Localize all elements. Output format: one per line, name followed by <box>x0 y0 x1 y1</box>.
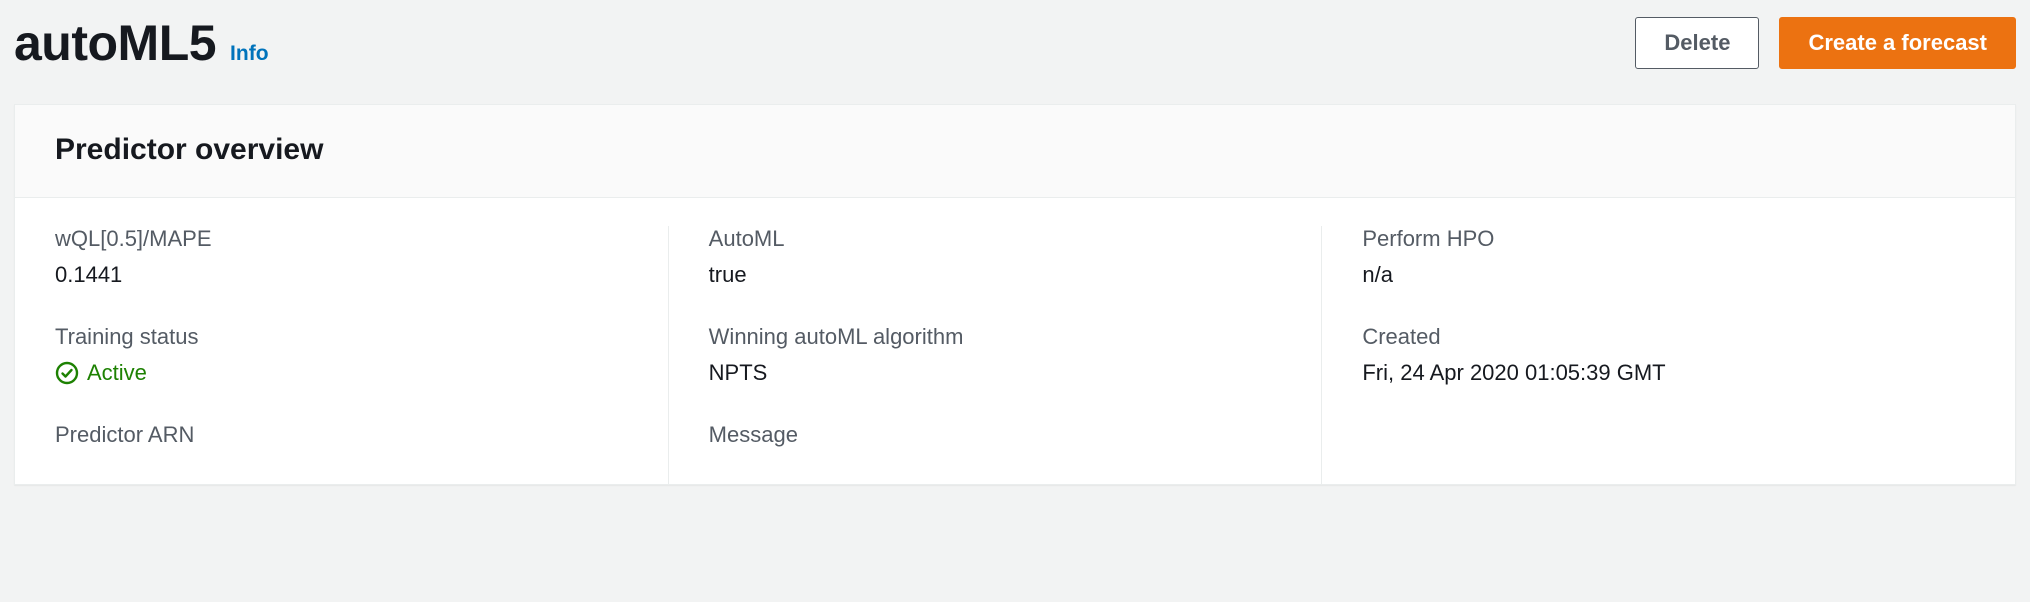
create-forecast-button[interactable]: Create a forecast <box>1779 17 2016 69</box>
predictor-overview-panel: Predictor overview wQL[0.5]/MAPE 0.1441 … <box>14 104 2016 485</box>
training-status-label: Training status <box>55 324 628 350</box>
automl-label: AutoML <box>709 226 1282 252</box>
panel-header: Predictor overview <box>15 105 2015 198</box>
overview-col-3: Perform HPO n/a Created Fri, 24 Apr 2020… <box>1321 226 1975 484</box>
field-created: Created Fri, 24 Apr 2020 01:05:39 GMT <box>1362 324 1935 386</box>
field-automl: AutoML true <box>709 226 1282 288</box>
overview-col-1: wQL[0.5]/MAPE 0.1441 Training status Act… <box>55 226 668 484</box>
panel-title: Predictor overview <box>55 133 1975 167</box>
status-success-icon <box>55 361 79 385</box>
field-training-status: Training status Active <box>55 324 628 386</box>
created-label: Created <box>1362 324 1935 350</box>
header-actions: Delete Create a forecast <box>1635 17 2016 69</box>
winning-algo-label: Winning autoML algorithm <box>709 324 1282 350</box>
info-link[interactable]: Info <box>230 42 268 66</box>
delete-button[interactable]: Delete <box>1635 17 1759 69</box>
hpo-label: Perform HPO <box>1362 226 1935 252</box>
hpo-value: n/a <box>1362 262 1935 288</box>
overview-col-2: AutoML true Winning autoML algorithm NPT… <box>668 226 1322 484</box>
training-status-value: Active <box>87 360 147 386</box>
field-message: Message <box>709 422 1282 448</box>
wql-mape-label: wQL[0.5]/MAPE <box>55 226 628 252</box>
predictor-arn-label: Predictor ARN <box>55 422 628 448</box>
automl-value: true <box>709 262 1282 288</box>
message-label: Message <box>709 422 1282 448</box>
panel-body: wQL[0.5]/MAPE 0.1441 Training status Act… <box>15 198 2015 484</box>
wql-mape-value: 0.1441 <box>55 262 628 288</box>
created-value: Fri, 24 Apr 2020 01:05:39 GMT <box>1362 360 1935 386</box>
title-group: autoML5 Info <box>14 14 269 72</box>
field-hpo: Perform HPO n/a <box>1362 226 1935 288</box>
page-header: autoML5 Info Delete Create a forecast <box>14 14 2016 72</box>
training-status-value-row: Active <box>55 360 628 386</box>
field-predictor-arn: Predictor ARN <box>55 422 628 448</box>
field-wql-mape: wQL[0.5]/MAPE 0.1441 <box>55 226 628 288</box>
page-title: autoML5 <box>14 14 216 72</box>
field-winning-algo: Winning autoML algorithm NPTS <box>709 324 1282 386</box>
winning-algo-value: NPTS <box>709 360 1282 386</box>
